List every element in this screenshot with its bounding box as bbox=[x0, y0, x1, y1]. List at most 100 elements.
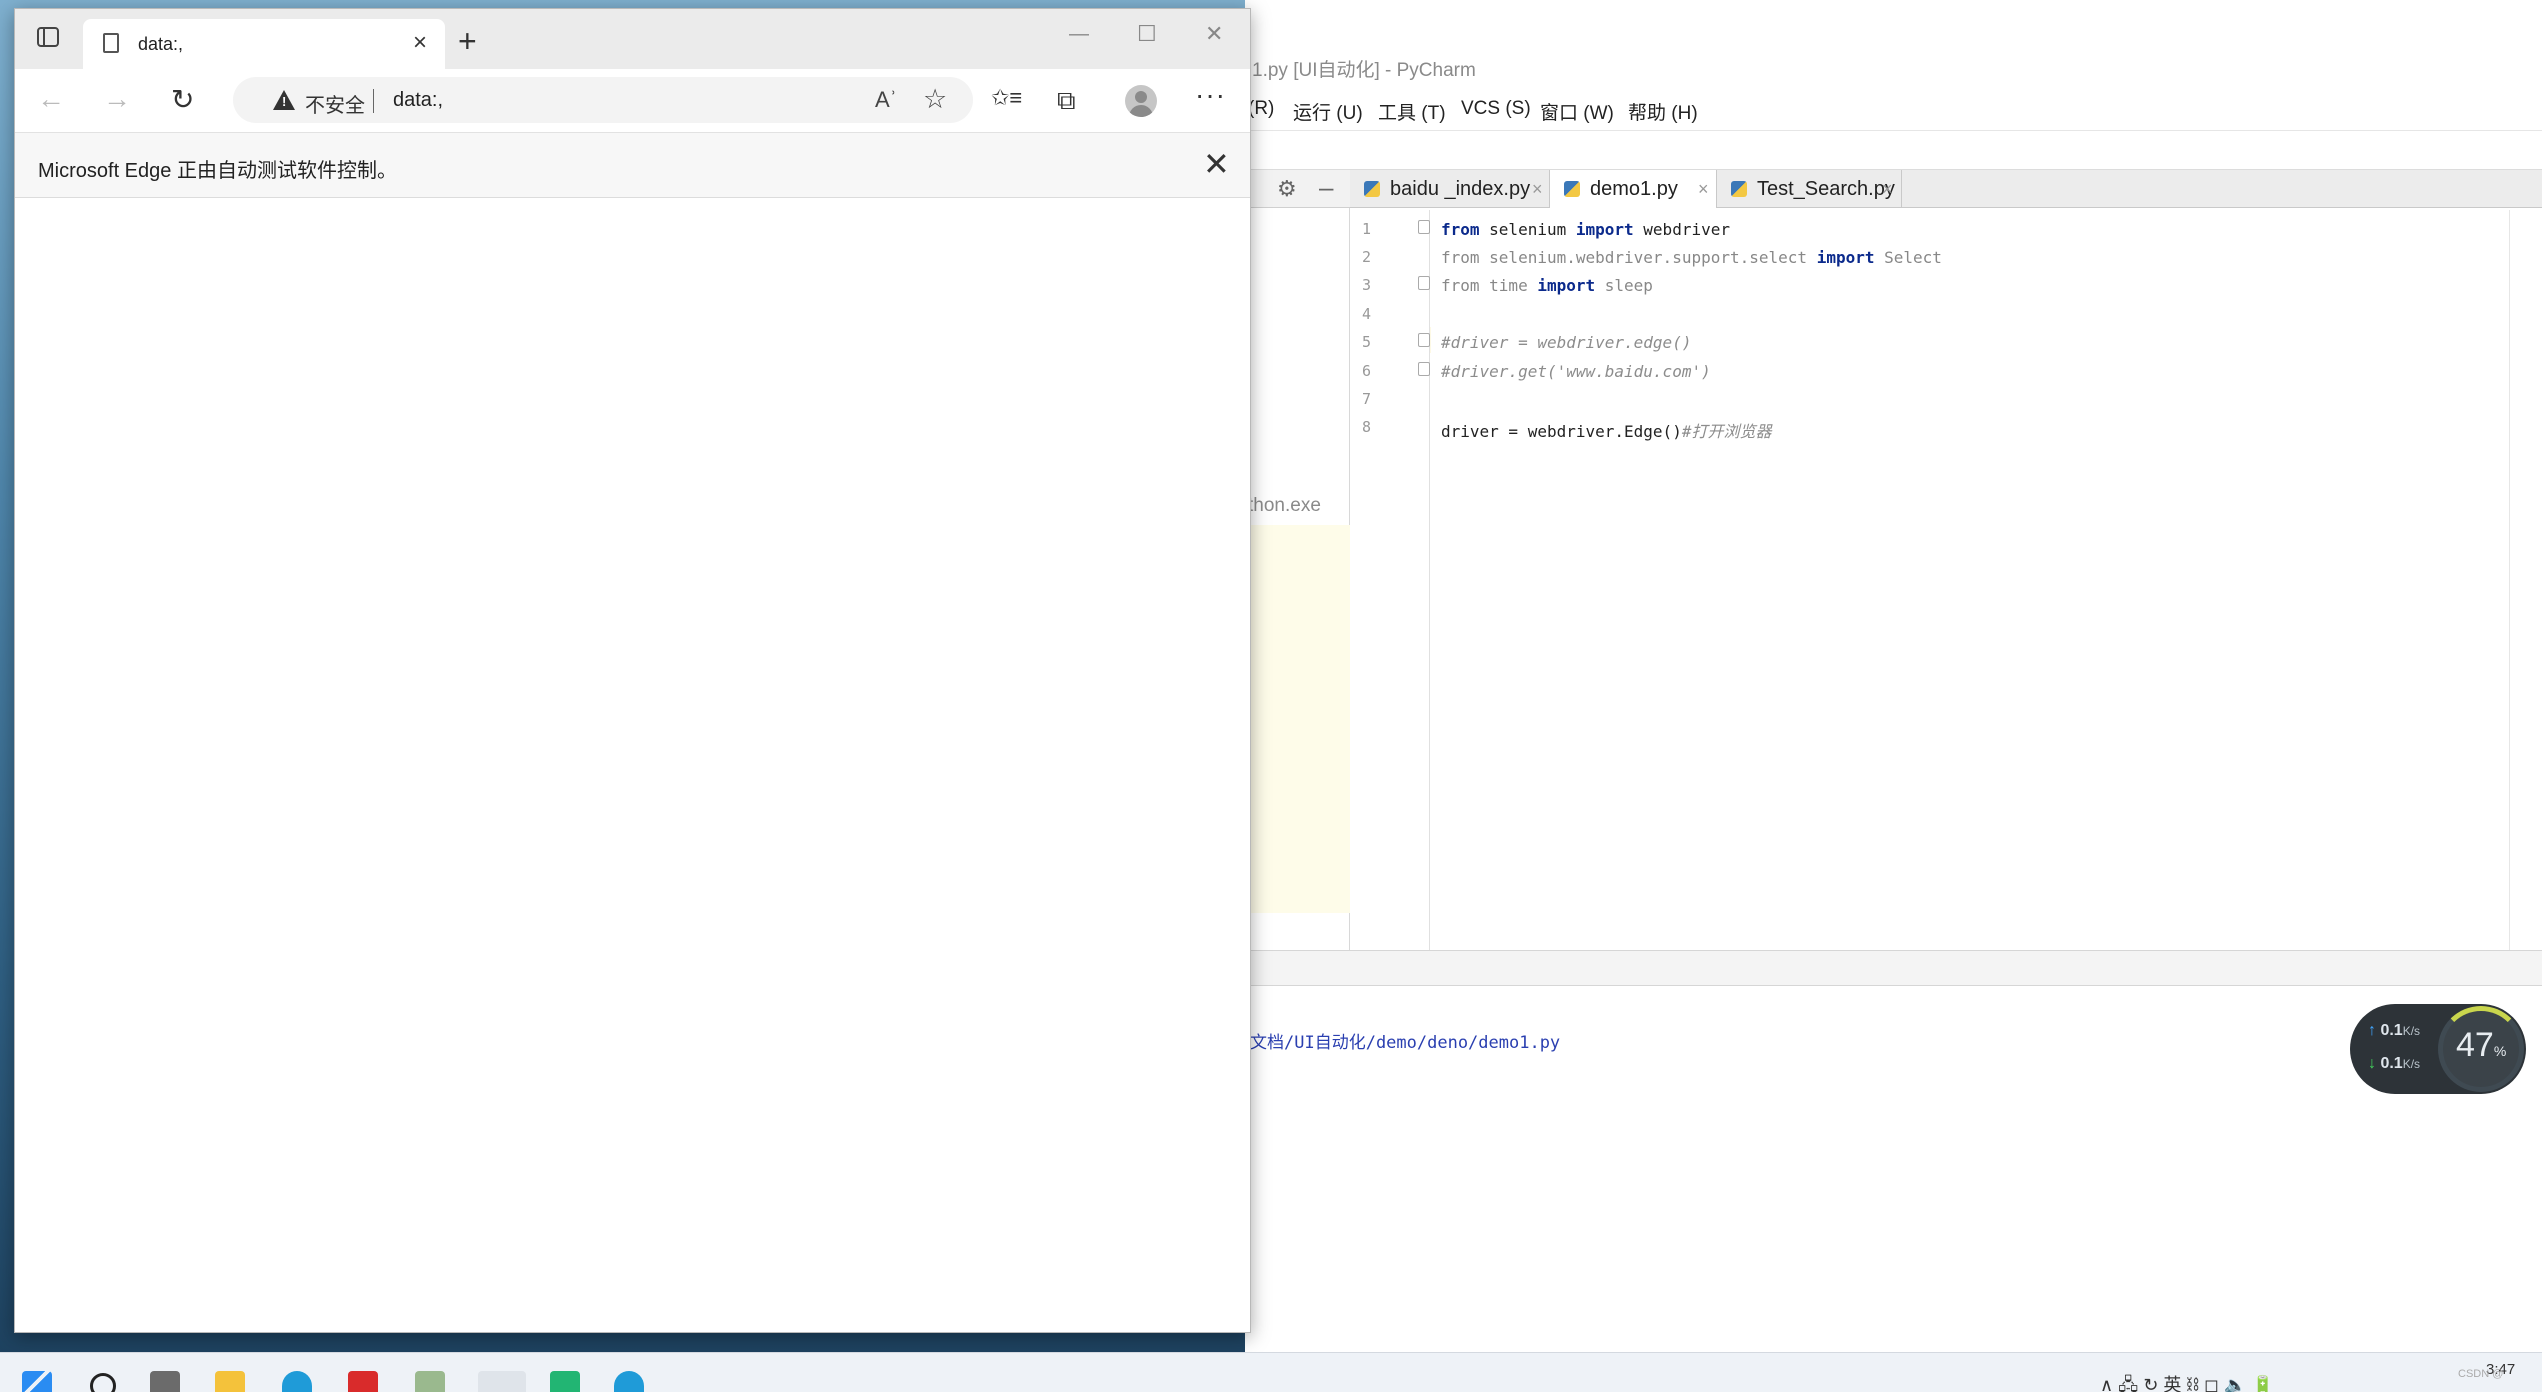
taskbar: ∧ 🖧 ↻ 英 ⛓ ◻ 🔈 🔋 3:47 bbox=[0, 1352, 2542, 1392]
line-number-gutter: 1 2 3 4 5 6 7 8 bbox=[1350, 210, 1430, 950]
profile-avatar[interactable] bbox=[1125, 85, 1157, 117]
add-favorite-icon[interactable]: ☆ bbox=[923, 84, 947, 115]
minimize-button[interactable]: — bbox=[1069, 23, 1089, 46]
edge-icon[interactable] bbox=[282, 1371, 312, 1392]
file-explorer-icon[interactable] bbox=[215, 1371, 245, 1392]
task-view-icon[interactable] bbox=[150, 1371, 180, 1392]
new-tab-button[interactable]: + bbox=[458, 23, 477, 60]
watermark: CSDN @ bbox=[2458, 1368, 2504, 1380]
more-menu-button[interactable]: ··· bbox=[1195, 79, 1226, 111]
forward-button[interactable]: → bbox=[103, 83, 131, 115]
tab-label: baidu _index.py bbox=[1390, 178, 1531, 200]
back-button[interactable]: ← bbox=[37, 83, 65, 115]
maximize-button[interactable]: ☐ bbox=[1137, 21, 1157, 47]
notepad-icon[interactable] bbox=[415, 1371, 445, 1392]
menu-item-run[interactable]: 运行 (U) bbox=[1293, 98, 1363, 125]
search-icon[interactable] bbox=[90, 1373, 116, 1392]
hide-panel-icon[interactable]: – bbox=[1319, 172, 1333, 203]
code-editor[interactable]: from selenium import webdriver from sele… bbox=[1431, 210, 2509, 950]
tab-baidu-index[interactable]: baidu _index.py × bbox=[1350, 170, 1550, 208]
automation-infobar: Microsoft Edge 正由自动测试软件控制。 ✕ bbox=[15, 132, 1250, 198]
code-line-2: from selenium.webdriver.support.select i… bbox=[1441, 248, 1942, 267]
wps-icon[interactable] bbox=[348, 1371, 378, 1392]
run-console: 文档/UI自动化/demo/deno/demo1.py bbox=[1245, 986, 2542, 1352]
code-line-3: from time import sleep bbox=[1441, 276, 1653, 295]
code-line-6: #driver.get('www.baidu.com') bbox=[1441, 362, 1711, 381]
upload-arrow-icon: ↑ bbox=[2368, 1022, 2376, 1039]
page-icon bbox=[103, 33, 119, 53]
edge-icon[interactable] bbox=[614, 1371, 644, 1392]
menu-item-refactor[interactable]: (R) bbox=[1248, 98, 1274, 120]
close-icon[interactable]: × bbox=[1532, 170, 1543, 208]
menu-item-window[interactable]: 窗口 (W) bbox=[1540, 98, 1614, 125]
project-panel-header: ⚙ – bbox=[1245, 170, 1350, 208]
read-aloud-icon[interactable]: Aʾ bbox=[875, 87, 897, 113]
python-file-icon bbox=[1364, 181, 1380, 197]
pycharm-toolbar bbox=[1245, 130, 2542, 170]
tab-close-icon[interactable]: × bbox=[413, 29, 427, 57]
menu-item-vcs[interactable]: VCS (S) bbox=[1461, 98, 1531, 120]
pycharm-menubar: (R) 运行 (U) 工具 (T) VCS (S) 窗口 (W) 帮助 (H) bbox=[1245, 90, 2542, 130]
tab-demo1[interactable]: demo1.py × bbox=[1550, 170, 1717, 208]
edge-page-content[interactable] bbox=[15, 198, 1250, 1332]
tab-label: Test_Search.py bbox=[1757, 178, 1895, 200]
line-number: 7 bbox=[1362, 390, 1372, 408]
edge-tab-strip: data:, × + — ☐ ✕ bbox=[15, 9, 1250, 69]
tab-test-search[interactable]: Test_Search.py × bbox=[1717, 170, 1902, 208]
address-bar[interactable]: 不安全 data:, Aʾ ☆ bbox=[233, 77, 973, 123]
editor-scrollbar[interactable] bbox=[2509, 210, 2542, 950]
edge-window: data:, × + — ☐ ✕ ← → ↻ 不安全 data:, Aʾ ☆ ✩… bbox=[14, 8, 1251, 1333]
upload-speed: ↑ 0.1K/s bbox=[2368, 1022, 2421, 1039]
edge-tab[interactable]: data:, × bbox=[83, 19, 445, 69]
python-file-icon bbox=[1731, 181, 1747, 197]
tab-label: demo1.py bbox=[1590, 178, 1678, 200]
network-speed-widget[interactable]: ↑ 0.1K/s ↓ 0.1K/s 47% bbox=[2350, 1004, 2526, 1094]
fold-marker-icon[interactable] bbox=[1418, 362, 1430, 376]
pycharm-title: 1.py [UI自动化] - PyCharm bbox=[1245, 52, 2542, 90]
url-text[interactable]: data:, bbox=[393, 89, 443, 112]
start-icon[interactable] bbox=[22, 1371, 52, 1392]
menu-item-tools[interactable]: 工具 (T) bbox=[1378, 98, 1446, 125]
tab-actions-icon[interactable] bbox=[37, 27, 61, 51]
system-tray[interactable]: ∧ 🖧 ↻ 英 ⛓ ◻ 🔈 🔋 bbox=[2100, 1371, 2274, 1392]
line-number: 1 bbox=[1362, 220, 1372, 238]
close-window-button[interactable]: ✕ bbox=[1205, 21, 1223, 47]
security-label[interactable]: 不安全 bbox=[305, 89, 365, 118]
interpreter-path: thon.exe bbox=[1248, 495, 1321, 516]
run-tool-header bbox=[1245, 950, 2542, 986]
line-number: 4 bbox=[1362, 305, 1372, 323]
download-arrow-icon: ↓ bbox=[2368, 1055, 2376, 1072]
fold-marker-icon[interactable] bbox=[1418, 276, 1430, 290]
infobar-close-button[interactable]: ✕ bbox=[1203, 145, 1230, 183]
pycharm-window: 1.py [UI自动化] - PyCharm (R) 运行 (U) 工具 (T)… bbox=[1245, 0, 2542, 1352]
gear-icon[interactable]: ⚙ bbox=[1277, 176, 1297, 202]
menu-item-help[interactable]: 帮助 (H) bbox=[1628, 98, 1698, 125]
line-number: 8 bbox=[1362, 418, 1372, 436]
fold-marker-icon[interactable] bbox=[1418, 220, 1430, 234]
code-line-5: #driver = webdriver.edge() bbox=[1441, 333, 1692, 352]
active-app-icon[interactable] bbox=[478, 1371, 526, 1392]
favorites-icon[interactable]: ✩≡ bbox=[991, 85, 1022, 111]
edge-tab-title: data:, bbox=[138, 34, 184, 54]
collections-icon[interactable]: ⧉ bbox=[1057, 85, 1076, 117]
project-highlight bbox=[1245, 525, 1350, 913]
warning-icon[interactable] bbox=[273, 90, 295, 110]
usage-percent: 47% bbox=[2456, 1026, 2507, 1064]
pycharm-icon[interactable] bbox=[550, 1371, 580, 1392]
run-output-path[interactable]: 文档/UI自动化/demo/deno/demo1.py bbox=[1250, 1028, 1560, 1053]
fold-marker-icon[interactable] bbox=[1418, 333, 1430, 347]
refresh-button[interactable]: ↻ bbox=[171, 83, 194, 116]
close-icon[interactable]: × bbox=[1882, 170, 1893, 208]
edge-address-bar-row: ← → ↻ 不安全 data:, Aʾ ☆ ✩≡ ⧉ ··· bbox=[15, 69, 1250, 132]
line-number: 2 bbox=[1362, 248, 1372, 266]
download-speed: ↓ 0.1K/s bbox=[2368, 1055, 2421, 1072]
editor-tabs: baidu _index.py × demo1.py × Test_Search… bbox=[1350, 170, 2542, 208]
line-number: 6 bbox=[1362, 362, 1372, 380]
code-line-8: driver = webdriver.Edge()#打开浏览器 bbox=[1441, 422, 1772, 441]
line-number: 3 bbox=[1362, 276, 1372, 294]
close-icon[interactable]: × bbox=[1698, 170, 1709, 208]
code-line-1: from selenium import webdriver bbox=[1441, 220, 1730, 239]
python-file-icon bbox=[1564, 181, 1580, 197]
project-panel: ⚙ – thon.exe bbox=[1245, 170, 1350, 985]
line-number: 5 bbox=[1362, 333, 1372, 351]
